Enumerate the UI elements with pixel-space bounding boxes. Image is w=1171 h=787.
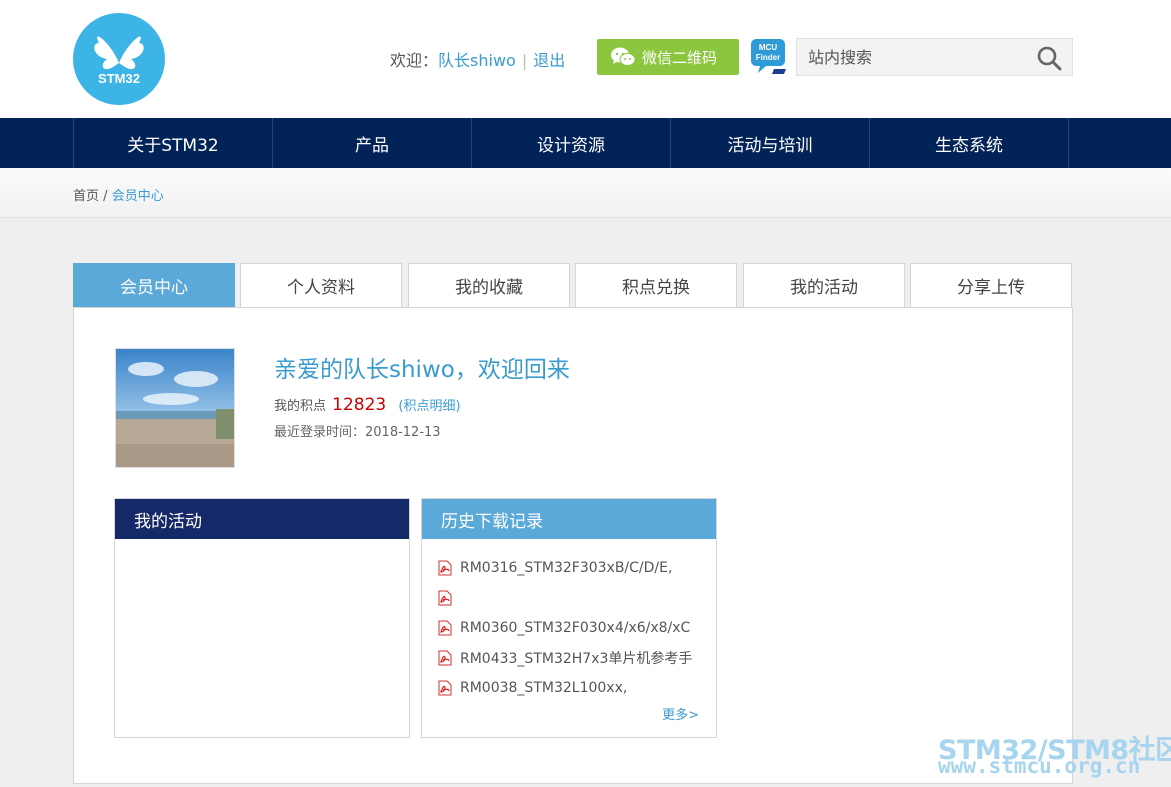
download-history-title: 历史下载记录 bbox=[422, 499, 716, 539]
member-panel: 亲爱的队长shiwo，欢迎回来 我的积点 12823 (积点明细) 最近登录时间… bbox=[73, 307, 1073, 784]
download-item-name: RM0038_STM32L100xx, bbox=[460, 680, 628, 696]
pdf-icon bbox=[438, 620, 452, 636]
welcome-label: 欢迎： bbox=[390, 51, 439, 70]
nav-item-ecosystem[interactable]: 生态系统 bbox=[870, 118, 1069, 168]
nav-item-products[interactable]: 产品 bbox=[273, 118, 472, 168]
nav-item-design-resources[interactable]: 设计资源 bbox=[472, 118, 671, 168]
my-activities-title: 我的活动 bbox=[115, 499, 409, 539]
last-login-time: 最近登录时间：2018-12-13 bbox=[274, 425, 441, 440]
breadcrumb-bar: 首页 / 会员中心 bbox=[0, 168, 1171, 218]
points-detail-link[interactable]: 积点明细 bbox=[403, 399, 455, 414]
download-history-box: 历史下载记录 RM0316_STM32F303xB/C/D/E, RM0360_… bbox=[421, 498, 717, 738]
points-line: 我的积点 12823 (积点明细) bbox=[274, 395, 461, 415]
stm32-logo[interactable]: STM32 bbox=[73, 13, 165, 105]
member-tabs: 会员中心 个人资料 我的收藏 积点兑换 我的活动 分享上传 bbox=[73, 263, 1073, 307]
username-link[interactable]: 队长shiwo bbox=[438, 51, 516, 70]
logo-text: STM32 bbox=[98, 71, 140, 86]
mcu-finder-line2: Finder bbox=[756, 53, 780, 62]
download-item[interactable]: RM0433_STM32H7x3单片机参考手 bbox=[437, 643, 716, 673]
breadcrumb-current[interactable]: 会员中心 bbox=[112, 189, 164, 204]
welcome-heading: 亲爱的队长shiwo，欢迎回来 bbox=[274, 357, 570, 383]
download-item-name: RM0360_STM32F030x4/x6/x8/xC bbox=[460, 620, 691, 636]
welcome-bar: 欢迎：队长shiwo | 退出 bbox=[390, 47, 565, 71]
butterfly-icon bbox=[94, 36, 144, 70]
breadcrumb: 首页 / 会员中心 bbox=[73, 185, 164, 204]
points-detail-paren-close: ) bbox=[455, 399, 461, 414]
tab-member-center[interactable]: 会员中心 bbox=[73, 263, 235, 307]
wechat-button-label: 微信二维码 bbox=[642, 48, 718, 67]
download-item[interactable]: RM0360_STM32F030x4/x6/x8/xC bbox=[437, 613, 716, 643]
points-value: 12823 bbox=[332, 395, 387, 415]
nav-item-events-training[interactable]: 活动与培训 bbox=[671, 118, 870, 168]
pdf-icon bbox=[438, 650, 452, 666]
tab-profile[interactable]: 个人资料 bbox=[240, 263, 402, 307]
breadcrumb-separator: / bbox=[103, 189, 108, 204]
pdf-icon bbox=[438, 590, 452, 606]
my-activities-box: 我的活动 bbox=[114, 498, 410, 738]
breadcrumb-home[interactable]: 首页 bbox=[73, 189, 99, 204]
search-icon[interactable] bbox=[1036, 45, 1062, 75]
welcome-separator: | bbox=[521, 51, 528, 70]
mcu-finder-icon[interactable]: MCU Finder bbox=[750, 38, 788, 75]
wechat-qr-button[interactable]: 微信二维码 bbox=[597, 39, 739, 75]
site-header: STM32 欢迎：队长shiwo | 退出 微信二维码 MCU Finder bbox=[0, 0, 1171, 118]
pdf-icon bbox=[438, 560, 452, 576]
download-item[interactable]: RM0038_STM32L100xx, bbox=[437, 673, 716, 703]
wechat-icon bbox=[611, 47, 636, 66]
points-label: 我的积点 bbox=[274, 399, 327, 414]
avatar[interactable] bbox=[115, 348, 235, 468]
download-item[interactable]: RM0316_STM32F303xB/C/D/E, bbox=[437, 553, 716, 583]
search-input[interactable] bbox=[797, 39, 1027, 75]
mcu-finder-line1: MCU bbox=[759, 43, 777, 52]
main-nav: 关于STM32 产品 设计资源 活动与培训 生态系统 bbox=[0, 118, 1171, 168]
tab-points-exchange[interactable]: 积点兑换 bbox=[575, 263, 737, 307]
tab-my-activities[interactable]: 我的活动 bbox=[743, 263, 905, 307]
nav-item-about[interactable]: 关于STM32 bbox=[74, 118, 273, 168]
download-item-name: RM0316_STM32F303xB/C/D/E, bbox=[460, 560, 673, 576]
download-item-name: RM0433_STM32H7x3单片机参考手 bbox=[460, 651, 693, 667]
watermark-url: www.stmcu.org.cn bbox=[938, 754, 1141, 778]
more-link[interactable]: 更多> bbox=[662, 704, 699, 723]
logout-link[interactable]: 退出 bbox=[533, 51, 565, 70]
search-box bbox=[796, 38, 1073, 76]
tab-share-upload[interactable]: 分享上传 bbox=[910, 263, 1072, 307]
pdf-icon bbox=[438, 680, 452, 696]
download-list: RM0316_STM32F303xB/C/D/E, RM0360_STM32F0… bbox=[422, 539, 716, 703]
tab-favorites[interactable]: 我的收藏 bbox=[408, 263, 570, 307]
download-item[interactable] bbox=[437, 583, 716, 613]
